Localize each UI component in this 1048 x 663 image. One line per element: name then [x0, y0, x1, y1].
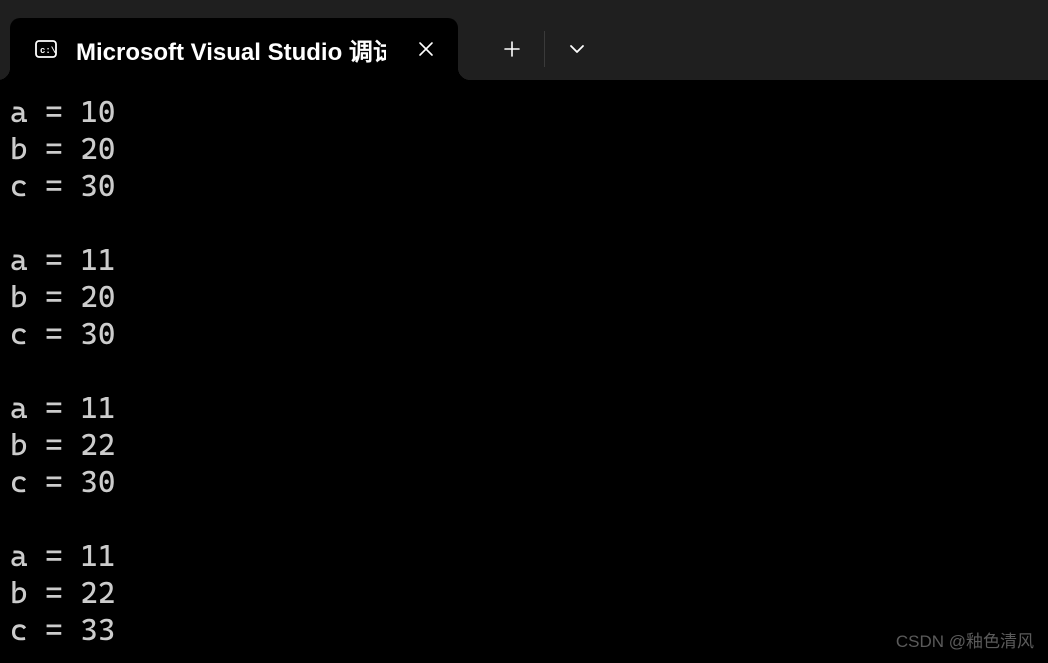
tabbar-actions — [486, 18, 603, 80]
tab-title: Microsoft Visual Studio 调试控 — [76, 32, 386, 67]
tab-dropdown-button[interactable] — [551, 30, 603, 68]
close-tab-button[interactable] — [412, 35, 440, 63]
divider — [544, 31, 545, 67]
tab-bar: c:\ Microsoft Visual Studio 调试控 — [0, 0, 1048, 80]
svg-text:c:\: c:\ — [40, 46, 57, 56]
new-tab-button[interactable] — [486, 30, 538, 68]
terminal-icon: c:\ — [34, 37, 58, 61]
watermark: CSDN @釉色清风 — [896, 627, 1034, 652]
tab-active[interactable]: c:\ Microsoft Visual Studio 调试控 — [10, 18, 458, 80]
console-output: a = 10 b = 20 c = 30 a = 11 b = 20 c = 3… — [0, 80, 1048, 663]
